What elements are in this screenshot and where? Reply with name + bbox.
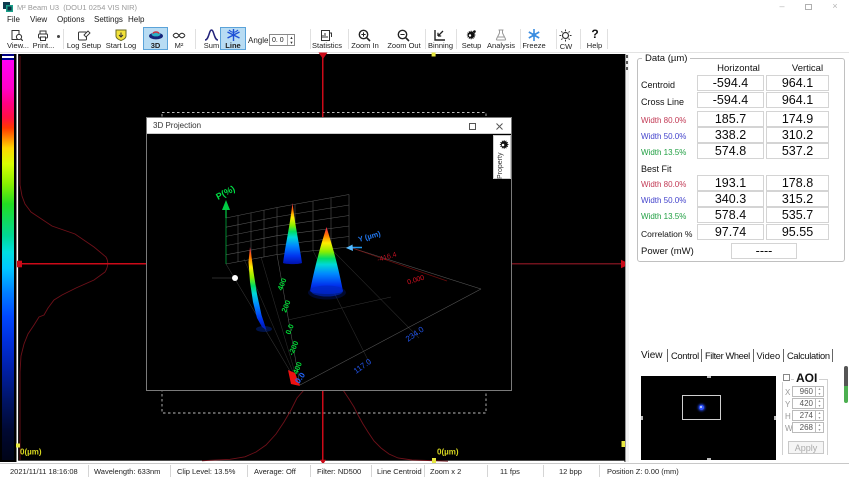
svg-text:Y (µm): Y (µm) [357,229,382,244]
svg-text:234.0: 234.0 [404,324,426,343]
svg-text:117.0: 117.0 [352,357,374,376]
svg-text:0(µm): 0(µm) [437,448,459,457]
svg-text:P(%): P(%) [214,184,236,202]
svg-text:-416.4: -416.4 [377,251,398,264]
svg-text:0.000: 0.000 [407,275,426,287]
svg-text:0(µm): 0(µm) [20,448,42,457]
svg-text:0.0: 0.0 [284,323,296,336]
svg-text:400: 400 [276,277,289,292]
svg-text:-200: -200 [287,339,301,356]
svg-text:200: 200 [280,299,293,314]
